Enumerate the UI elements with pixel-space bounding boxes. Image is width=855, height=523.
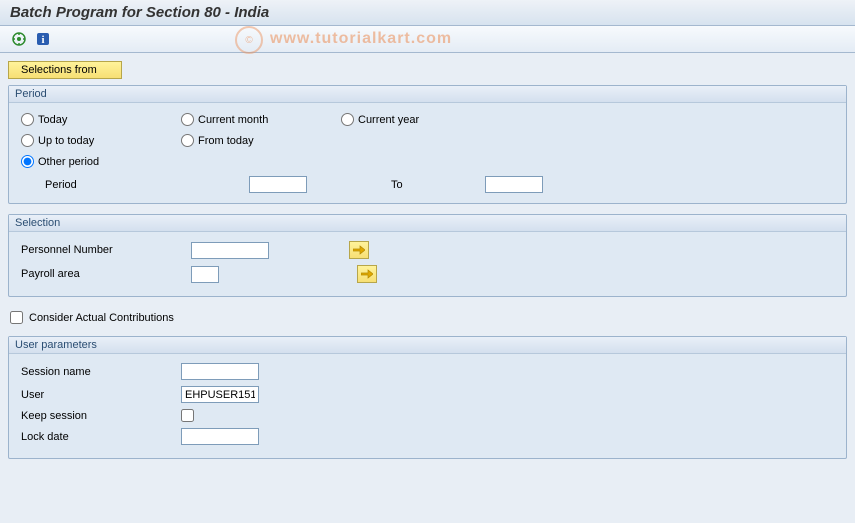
- radio-current-year[interactable]: Current year: [341, 113, 471, 126]
- info-icon: i: [36, 32, 50, 46]
- period-from-label: Period: [45, 179, 105, 191]
- payroll-area-label: Payroll area: [21, 268, 181, 280]
- keep-session-label: Keep session: [21, 410, 181, 422]
- content-area: Selections from Period Today Current mon…: [0, 53, 855, 523]
- radio-up-to-today[interactable]: Up to today: [21, 134, 151, 147]
- period-to-input[interactable]: [485, 176, 543, 193]
- session-name-input[interactable]: [181, 363, 259, 380]
- titlebar: Batch Program for Section 80 - India: [0, 0, 855, 26]
- consider-checkbox[interactable]: [10, 311, 23, 324]
- period-title: Period: [9, 86, 846, 103]
- session-name-label: Session name: [21, 366, 181, 378]
- personnel-number-multiselect-button[interactable]: [349, 241, 369, 259]
- page-title: Batch Program for Section 80 - India: [10, 4, 845, 21]
- radio-current-year-label: Current year: [358, 114, 419, 126]
- radio-from-today-input[interactable]: [181, 134, 194, 147]
- period-from-input[interactable]: [249, 176, 307, 193]
- radio-up-to-today-label: Up to today: [38, 135, 94, 147]
- period-groupbox: Period Today Current month Current year …: [8, 85, 847, 204]
- radio-today-label: Today: [38, 114, 67, 126]
- period-to-label: To: [391, 179, 451, 191]
- selection-groupbox: Selection Personnel Number Payroll area: [8, 214, 847, 297]
- arrow-right-icon: [361, 269, 373, 279]
- radio-current-year-input[interactable]: [341, 113, 354, 126]
- user-params-title: User parameters: [9, 337, 846, 354]
- radio-current-month[interactable]: Current month: [181, 113, 311, 126]
- payroll-area-input[interactable]: [191, 266, 219, 283]
- info-button[interactable]: i: [34, 30, 52, 48]
- execute-button[interactable]: [10, 30, 28, 48]
- radio-today-input[interactable]: [21, 113, 34, 126]
- radio-current-month-label: Current month: [198, 114, 268, 126]
- svg-text:i: i: [41, 34, 44, 46]
- radio-up-to-today-input[interactable]: [21, 134, 34, 147]
- selection-title: Selection: [9, 215, 846, 232]
- radio-other-period-input[interactable]: [21, 155, 34, 168]
- toolbar: i: [0, 26, 855, 53]
- execute-icon: [12, 32, 26, 46]
- personnel-number-label: Personnel Number: [21, 244, 181, 256]
- consider-label: Consider Actual Contributions: [29, 312, 174, 324]
- radio-other-period-label: Other period: [38, 156, 99, 168]
- radio-other-period[interactable]: Other period: [21, 155, 151, 168]
- selections-from-button[interactable]: Selections from: [8, 61, 122, 79]
- lock-date-label: Lock date: [21, 431, 181, 443]
- personnel-number-input[interactable]: [191, 242, 269, 259]
- radio-current-month-input[interactable]: [181, 113, 194, 126]
- arrow-right-icon: [353, 245, 365, 255]
- user-label: User: [21, 389, 181, 401]
- radio-from-today[interactable]: From today: [181, 134, 311, 147]
- consider-checkbox-row[interactable]: Consider Actual Contributions: [8, 307, 847, 336]
- user-params-groupbox: User parameters Session name User Keep s…: [8, 336, 847, 459]
- radio-from-today-label: From today: [198, 135, 254, 147]
- user-input[interactable]: [181, 386, 259, 403]
- payroll-area-multiselect-button[interactable]: [357, 265, 377, 283]
- radio-today[interactable]: Today: [21, 113, 151, 126]
- lock-date-input[interactable]: [181, 428, 259, 445]
- keep-session-checkbox[interactable]: [181, 409, 194, 422]
